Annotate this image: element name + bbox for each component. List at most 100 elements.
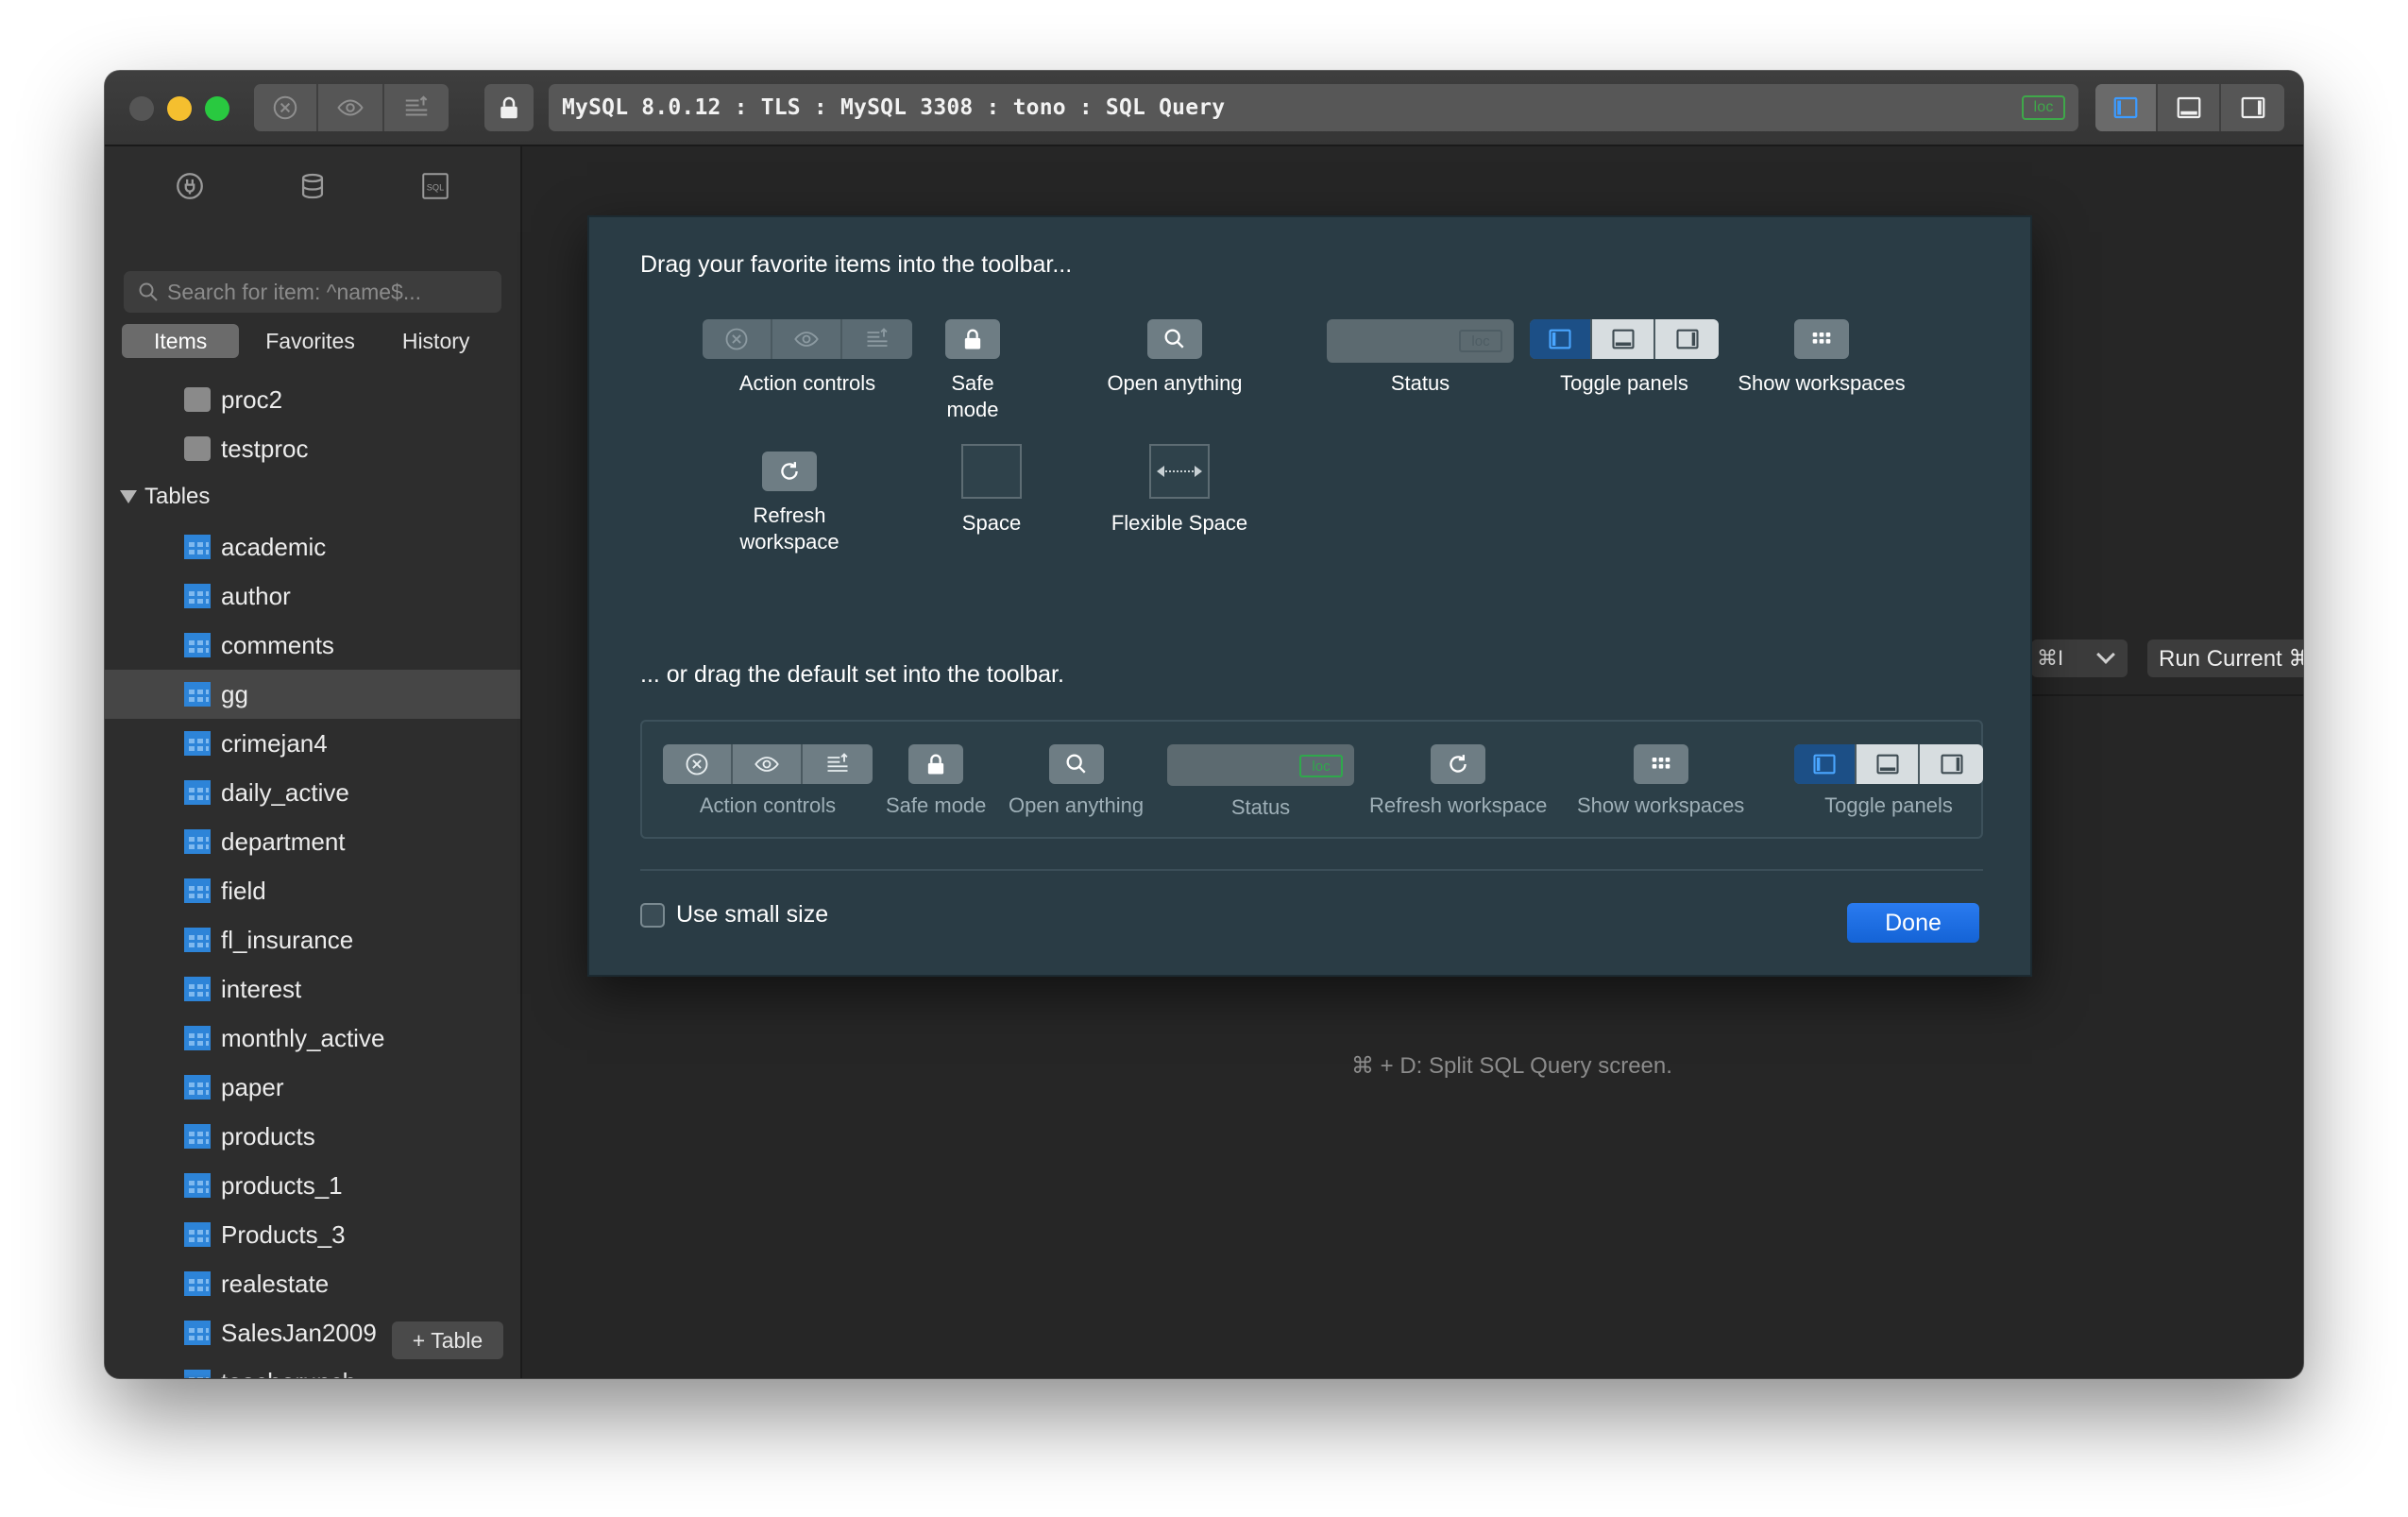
table-icon (184, 584, 211, 608)
space-preview (961, 444, 1022, 499)
search-icon (1049, 744, 1104, 784)
table-item-label: fl_insurance (221, 926, 353, 955)
small-size-label: Use small size (676, 901, 828, 929)
table-item[interactable]: paper (105, 1063, 520, 1112)
list-upload-icon (803, 744, 873, 784)
table-icon (184, 682, 211, 707)
table-icon (184, 928, 211, 952)
table-item[interactable]: products_1 (105, 1161, 520, 1210)
palette-space[interactable]: Space (942, 444, 1041, 537)
palette-label: Show workspaces (1738, 370, 1905, 397)
table-item[interactable]: Products_3 (105, 1210, 520, 1259)
safe-mode-button[interactable] (484, 84, 534, 131)
sidebar-search-input[interactable] (167, 280, 501, 305)
palette-refresh-workspace[interactable]: Refresh workspace (731, 452, 848, 555)
tree-item-proc[interactable]: testproc (105, 424, 520, 473)
right-panel-icon (1920, 744, 1983, 784)
table-icon (184, 535, 211, 559)
refresh-icon (762, 452, 817, 491)
chevron-down-icon[interactable] (2096, 645, 2115, 664)
customize-toolbar-sheet: Drag your favorite items into the toolba… (587, 215, 2032, 977)
palette-label: Action controls (739, 370, 875, 397)
close-window-button[interactable] (129, 96, 154, 121)
table-item-label: realestate (221, 1270, 329, 1299)
tab-favorites[interactable]: Favorites (245, 324, 376, 358)
table-item-label: paper (221, 1073, 284, 1102)
palette-action-controls[interactable]: Action controls (703, 319, 912, 397)
table-item[interactable]: daily_active (105, 768, 520, 817)
default-set-heading: ... or drag the default set into the too… (640, 661, 1064, 689)
table-item[interactable]: interest (105, 964, 520, 1014)
connection-plug-icon[interactable] (171, 167, 209, 205)
tab-items[interactable]: Items (122, 324, 239, 358)
palette-show-workspaces[interactable]: Show workspaces (1732, 319, 1911, 397)
sql-file-icon[interactable]: SQL (416, 167, 454, 205)
sidebar-search[interactable] (124, 271, 501, 313)
palette-safe-mode[interactable]: Safe mode (924, 319, 1022, 423)
table-item[interactable]: department (105, 817, 520, 866)
connection-status-bar[interactable]: MySQL 8.0.12 : TLS : MySQL 3308 : tono :… (549, 84, 2078, 131)
table-icon (184, 1321, 211, 1345)
table-item[interactable]: products (105, 1112, 520, 1161)
double-arrow-icon (1159, 470, 1200, 472)
table-icon (184, 1271, 211, 1296)
grid-icon (1634, 744, 1688, 784)
table-item-selected[interactable]: gg (105, 670, 520, 719)
disclosure-triangle-icon[interactable] (120, 490, 137, 503)
table-item[interactable]: field (105, 866, 520, 915)
table-item-label: SalesJan2009 (221, 1319, 377, 1348)
database-icon[interactable] (294, 167, 331, 205)
palette-label: Refresh workspace (731, 503, 848, 555)
run-current-button[interactable]: Run Current ⌘↵ (2147, 639, 2303, 677)
small-size-option[interactable]: Use small size (640, 901, 828, 929)
safe-mode-group (484, 84, 534, 131)
default-toolbar-set[interactable]: Action controls Safe mode Open anything … (640, 720, 1983, 839)
loc-badge: loc (1299, 755, 1343, 777)
palette-flexible-space[interactable]: Flexible Space (1104, 444, 1255, 537)
small-size-checkbox[interactable] (640, 903, 665, 928)
table-item[interactable]: crimejan4 (105, 719, 520, 768)
commit-button[interactable] (384, 84, 449, 131)
add-table-button[interactable]: + Table (392, 1321, 503, 1359)
table-icon (184, 977, 211, 1001)
default-show-workspaces: Show workspaces (1577, 744, 1744, 818)
action-controls-preview (663, 744, 873, 784)
sidebar: SQL Items Favorites History proc2 testpr… (105, 146, 520, 1378)
toggle-bottom-panel-button[interactable] (2158, 84, 2221, 131)
table-item-label: field (221, 877, 266, 906)
table-item[interactable]: academic (105, 522, 520, 571)
zoom-window-button[interactable] (205, 96, 229, 121)
editor-divider (2031, 694, 2303, 696)
toggle-left-panel-button[interactable] (2095, 84, 2158, 131)
sidebar-footer (105, 1374, 520, 1378)
palette-open-anything[interactable]: Open anything (1104, 319, 1246, 397)
loc-badge: loc (1459, 330, 1502, 352)
connection-address: MySQL 8.0.12 : TLS : MySQL 3308 : tono :… (562, 95, 1225, 120)
palette-toggle-panels[interactable]: Toggle panels (1530, 319, 1719, 397)
default-label: Status (1231, 795, 1290, 820)
tab-history[interactable]: History (382, 324, 491, 358)
toggle-right-panel-button[interactable] (2221, 84, 2284, 131)
minimize-window-button[interactable] (167, 96, 192, 121)
done-button[interactable]: Done (1847, 903, 1979, 943)
stop-query-button[interactable] (254, 84, 318, 131)
table-item-label: monthly_active (221, 1024, 384, 1053)
table-item-label: comments (221, 631, 334, 660)
default-action-controls: Action controls (663, 744, 873, 818)
table-icon (184, 1026, 211, 1050)
table-item[interactable]: monthly_active (105, 1014, 520, 1063)
run-previous-button[interactable]: ⌘I (2031, 639, 2128, 677)
table-item[interactable]: fl_insurance (105, 915, 520, 964)
toggle-panels-group (2095, 84, 2284, 131)
preview-sql-button[interactable] (318, 84, 384, 131)
palette-status[interactable]: loc Status (1327, 319, 1514, 397)
table-item[interactable]: realestate (105, 1259, 520, 1308)
tree-item-proc[interactable]: proc2 (105, 375, 520, 424)
item-tree: proc2 testproc Tables academic author co… (105, 375, 520, 1378)
table-item[interactable]: comments (105, 621, 520, 670)
table-icon (184, 829, 211, 854)
flexible-space-preview (1149, 444, 1210, 499)
action-controls-group (254, 84, 449, 131)
tables-group-header[interactable]: Tables (105, 473, 520, 522)
table-item[interactable]: author (105, 571, 520, 621)
